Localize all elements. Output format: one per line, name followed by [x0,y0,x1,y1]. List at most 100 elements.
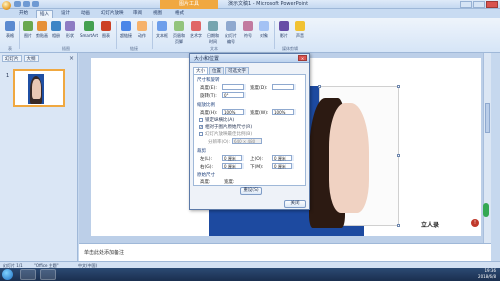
close-icon[interactable]: × [69,55,74,62]
taskbar-app-powerpoint[interactable] [40,269,56,280]
width-label: 宽度(D): [250,86,268,91]
section-size-rotate: 尺寸和旋转 [197,78,220,83]
wordart-button[interactable]: 艺术字 [190,21,202,39]
dialog-title-bar[interactable]: 大小和位置 × [190,54,309,63]
rotation-field[interactable]: 0° [222,92,246,98]
picture-button[interactable]: 图片 [22,21,34,39]
tab-slides[interactable]: 幻灯片 [2,55,22,62]
maximize-button[interactable] [473,1,485,8]
film-icon [279,21,289,31]
tab-position[interactable]: 位置 [209,67,224,74]
symbol-button[interactable]: 符号 [242,21,254,39]
sound-button[interactable]: 声音 [294,21,306,39]
dialog-close-icon[interactable]: × [298,55,307,61]
contextual-tab-picture-tools: 图片工具 [160,0,218,9]
group-label-text: 文本 [210,46,218,51]
smartart-button[interactable]: SmartArt [80,21,98,38]
original-width-label: 宽度: [224,180,235,185]
resize-handle[interactable] [397,85,400,88]
window-close-button[interactable] [486,1,498,8]
resize-handle[interactable] [318,85,321,88]
redo-icon[interactable] [32,1,39,7]
omega-icon [243,21,253,31]
dialog-title: 大小和位置 [194,56,220,62]
tab-home[interactable]: 开始 [16,10,31,18]
rotation-label: 旋转(T): [200,94,217,99]
crop-top-field[interactable]: 0 厘米 [272,155,294,161]
tab-review[interactable]: 审阅 [130,10,145,18]
crop-left-label: 左(L): [200,157,213,162]
movie-button[interactable]: 影片 [278,21,290,39]
resize-handle[interactable] [397,154,400,157]
calendar-icon [208,21,218,31]
section-scale: 缩放比例 [197,103,215,108]
table-button[interactable]: 表格 [4,21,16,39]
undo-icon[interactable] [23,1,30,7]
speaker-icon [295,21,305,31]
smartart-icon [84,21,94,31]
crop-bottom-field[interactable]: 0 厘米 [272,163,294,169]
table-icon [5,21,15,31]
width-field[interactable] [272,84,296,90]
taskbar: 19:36 2018/6/8 [0,268,500,281]
header-footer-icon [174,21,184,31]
date-time-button[interactable]: 日期和时间 [206,21,220,45]
reset-button[interactable]: 重设(S) [240,187,262,195]
tab-format[interactable]: 格式 [172,10,187,18]
slide-thumbnail[interactable] [13,69,65,107]
album-button[interactable]: 相册 [50,21,62,39]
slide-number-button[interactable]: 幻灯片编号 [224,21,238,45]
slide-number: 1 [6,73,10,79]
relative-original-checkbox[interactable]: ✓ 相对于图片原始尺寸(R) [199,124,252,130]
crop-top-label: 上(O): [250,157,264,162]
slide-number-icon [226,21,236,31]
warning-icon: ! [471,219,479,227]
wordart-icon [191,21,201,31]
scale-height-field[interactable]: 100% [222,109,246,115]
textbox-button[interactable]: 文本框 [156,21,168,39]
scale-width-field[interactable]: 100% [272,109,296,115]
tab-design[interactable]: 设计 [58,10,73,18]
save-icon[interactable] [14,1,21,7]
tab-slideshow[interactable]: 幻灯片放映 [98,10,127,18]
action-icon [137,21,147,31]
tab-outline[interactable]: 大纲 [23,55,39,62]
crop-left-field[interactable]: 0 厘米 [222,155,244,161]
group-label-media: 媒体剪辑 [282,46,298,51]
resolution-select[interactable]: 640 × 480 [232,138,262,144]
object-button[interactable]: 对象 [258,21,270,39]
slides-panel-tabs: 幻灯片 大纲 [2,55,39,62]
action-button[interactable]: 动作 [136,21,148,39]
chart-button[interactable]: 图表 [100,21,112,39]
group-label-links: 链接 [130,46,138,51]
tab-insert[interactable]: 插入 [36,10,53,18]
shapes-button[interactable]: 形状 [64,21,76,39]
lock-aspect-checkbox[interactable]: 锁定纵横比(A) [199,117,234,123]
object-icon [259,21,269,31]
dialog-close-button[interactable]: 关闭 [284,200,306,208]
height-field[interactable] [222,84,246,90]
tab-alt-text[interactable]: 可选文字 [225,67,249,74]
office-button[interactable] [2,1,11,10]
portrait-face [329,103,369,213]
header-footer-button[interactable]: 页眉和页脚 [172,21,186,45]
start-button[interactable] [2,269,13,280]
taskbar-app-explorer[interactable] [20,269,36,280]
tab-animations[interactable]: 动画 [78,10,93,18]
resize-handle[interactable] [397,224,400,227]
taskbar-clock[interactable]: 19:36 2018/6/8 [478,268,496,280]
tab-view[interactable]: 视图 [150,10,165,18]
window-title: 演示文稿1 - Microsoft PowerPoint [228,1,309,7]
minimize-button[interactable] [460,1,472,8]
watermark-text: 立人录 [421,222,440,229]
hyperlink-button[interactable]: 超链接 [120,21,132,39]
scrollbar-thumb[interactable] [485,103,490,133]
best-scale-checkbox[interactable]: 幻灯片放映最佳比例(B) [199,131,252,137]
crop-right-field[interactable]: 0 厘米 [222,163,244,169]
slides-panel: 幻灯片 大纲 × 1 [0,53,78,261]
section-original-size: 原始尺寸 [197,173,215,178]
height-label: 高度(E): [200,86,217,91]
clipart-button[interactable]: 剪贴画 [36,21,48,39]
notes-pane[interactable]: 单击此处添加备注 [79,243,491,261]
tab-size[interactable]: 大小 [193,67,208,74]
